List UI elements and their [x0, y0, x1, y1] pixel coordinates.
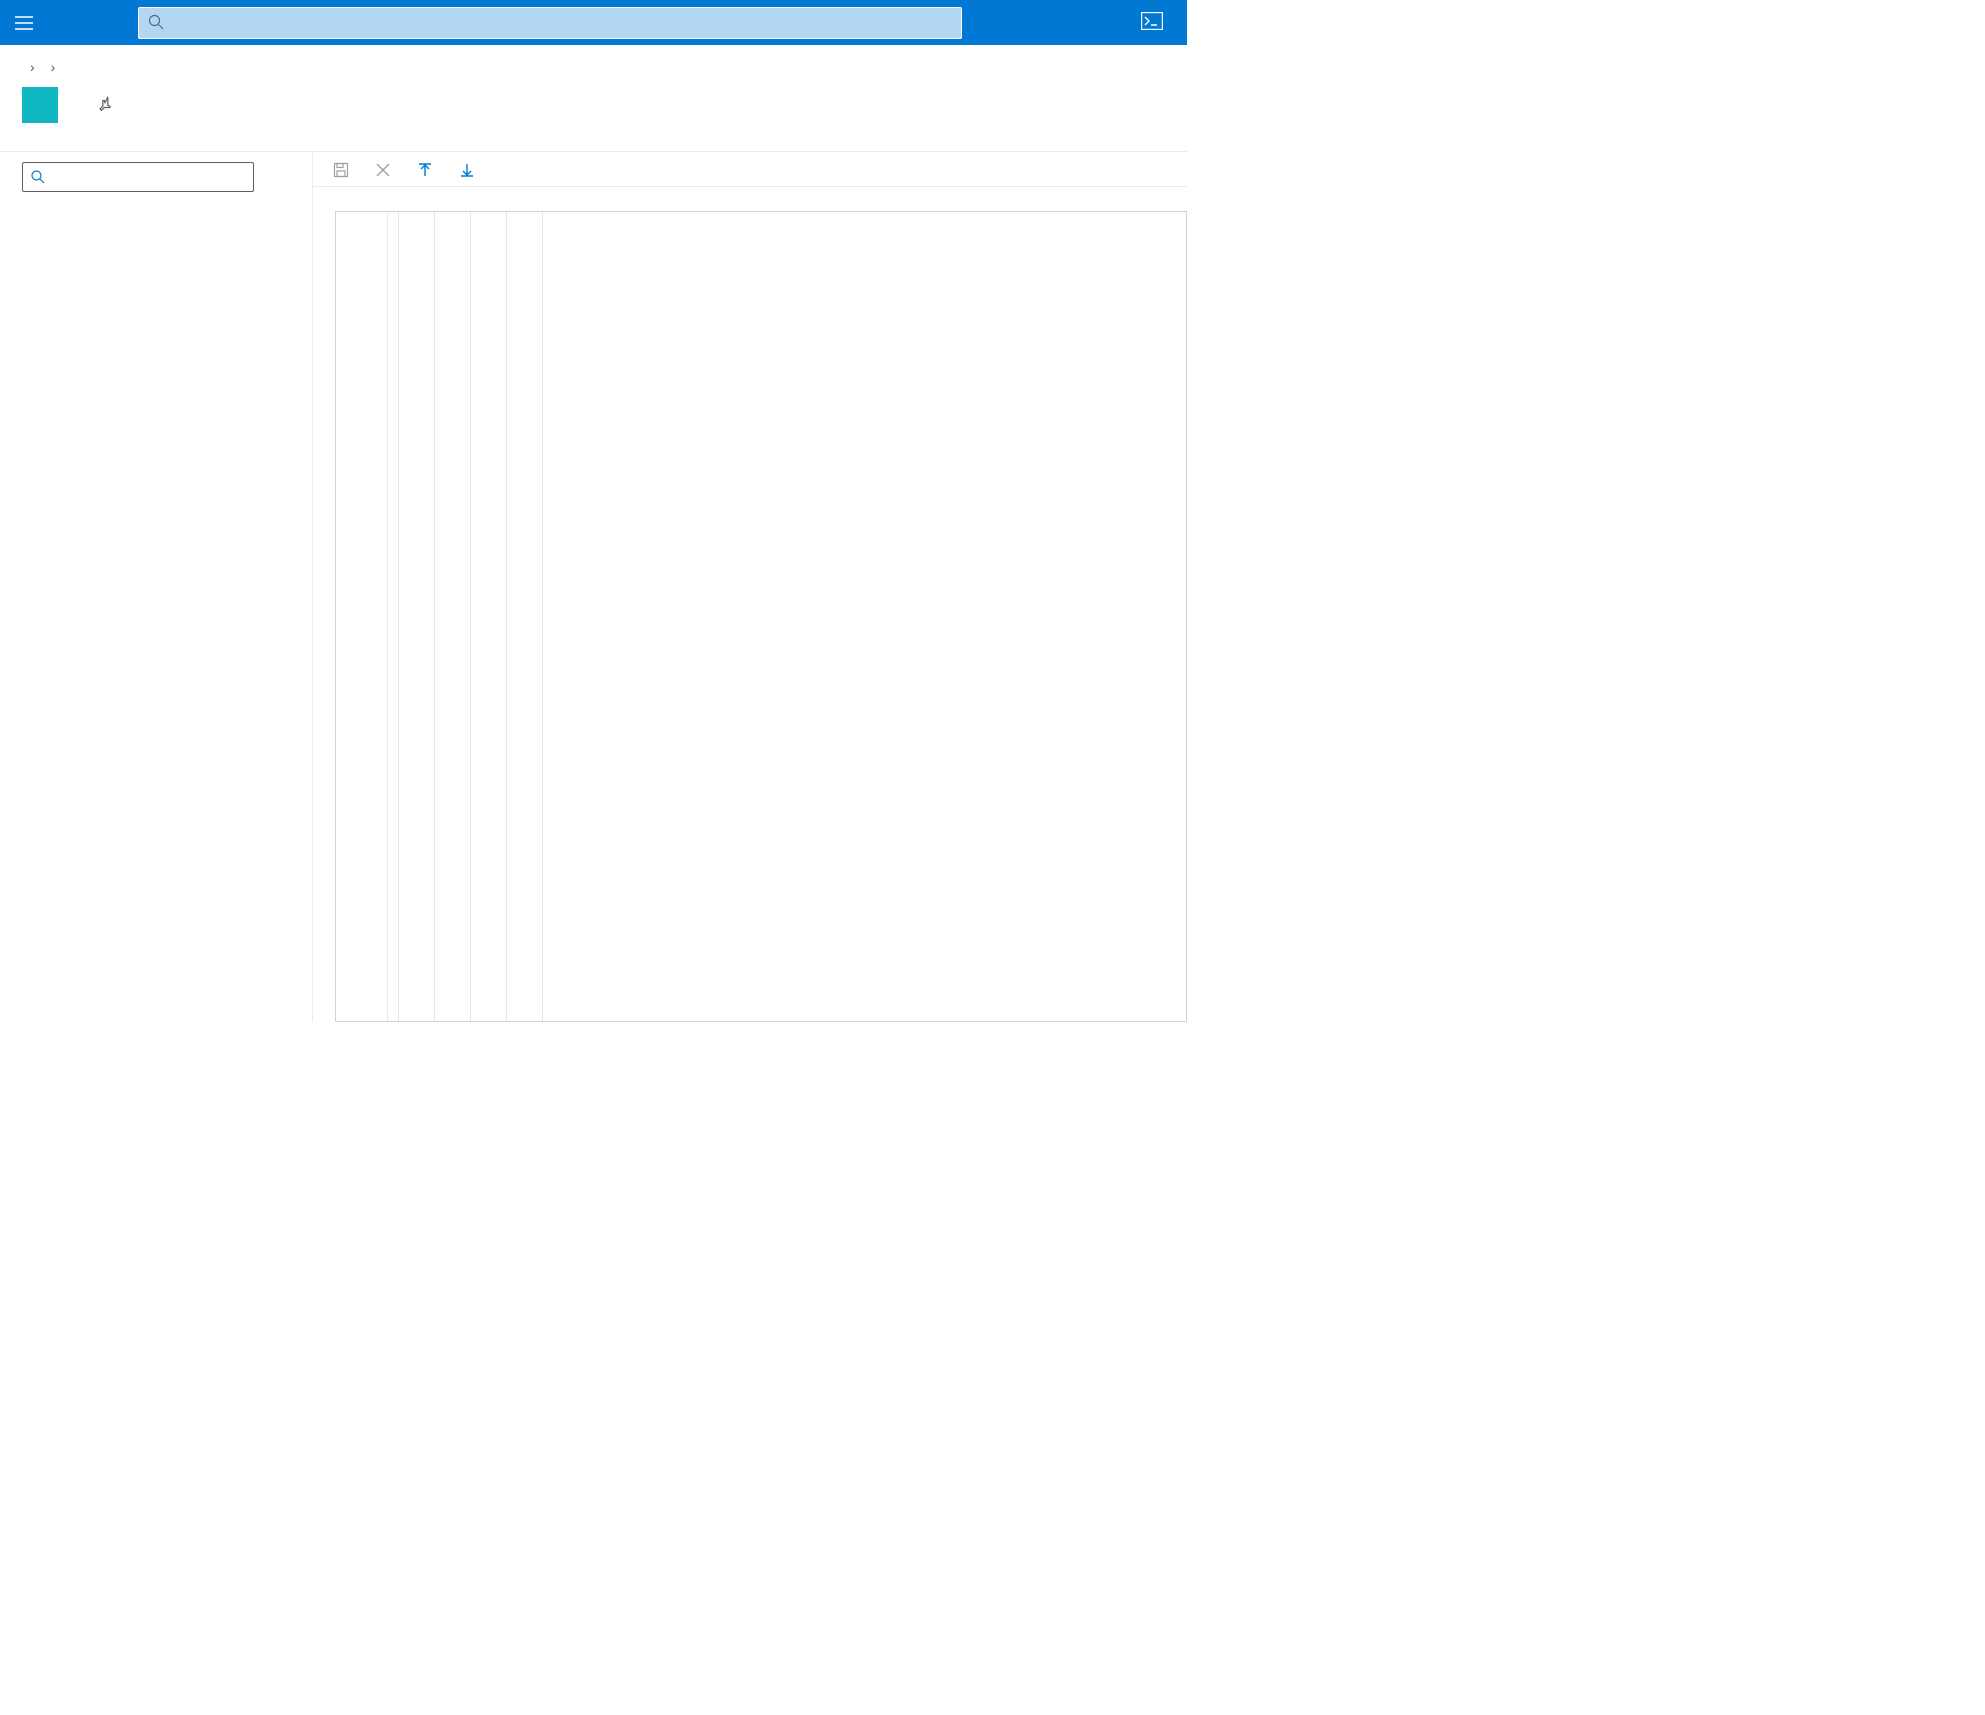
upload-button[interactable] — [417, 162, 441, 178]
menu-icon[interactable] — [0, 16, 48, 30]
info-text — [313, 187, 1187, 211]
save-icon — [333, 162, 349, 178]
breadcrumb-sep: › — [51, 59, 56, 75]
cloud-shell-icon[interactable] — [1141, 12, 1163, 33]
sidebar — [0, 152, 313, 1022]
discard-button[interactable] — [375, 162, 399, 178]
breadcrumb-sep: › — [30, 59, 35, 75]
global-search[interactable] — [138, 7, 962, 39]
upload-icon — [417, 162, 433, 178]
search-icon — [31, 170, 45, 184]
download-icon — [459, 162, 475, 178]
global-search-input[interactable] — [138, 7, 962, 39]
manifest-resource-icon — [22, 87, 58, 123]
save-button[interactable] — [333, 162, 357, 178]
json-editor[interactable] — [335, 211, 1187, 1022]
azure-topbar — [0, 0, 1187, 45]
breadcrumb: › › — [0, 45, 1187, 83]
search-icon — [148, 14, 164, 33]
toolbar — [313, 152, 1187, 187]
page-title-bar — [0, 83, 1187, 151]
sidebar-search-input[interactable] — [51, 169, 245, 185]
editor-gutter — [336, 212, 388, 1021]
discard-icon — [375, 162, 391, 178]
pin-icon[interactable] — [96, 95, 114, 116]
content-area — [313, 152, 1187, 1022]
sidebar-search[interactable] — [22, 162, 254, 192]
download-button[interactable] — [459, 162, 483, 178]
editor-code[interactable] — [388, 212, 1186, 1021]
